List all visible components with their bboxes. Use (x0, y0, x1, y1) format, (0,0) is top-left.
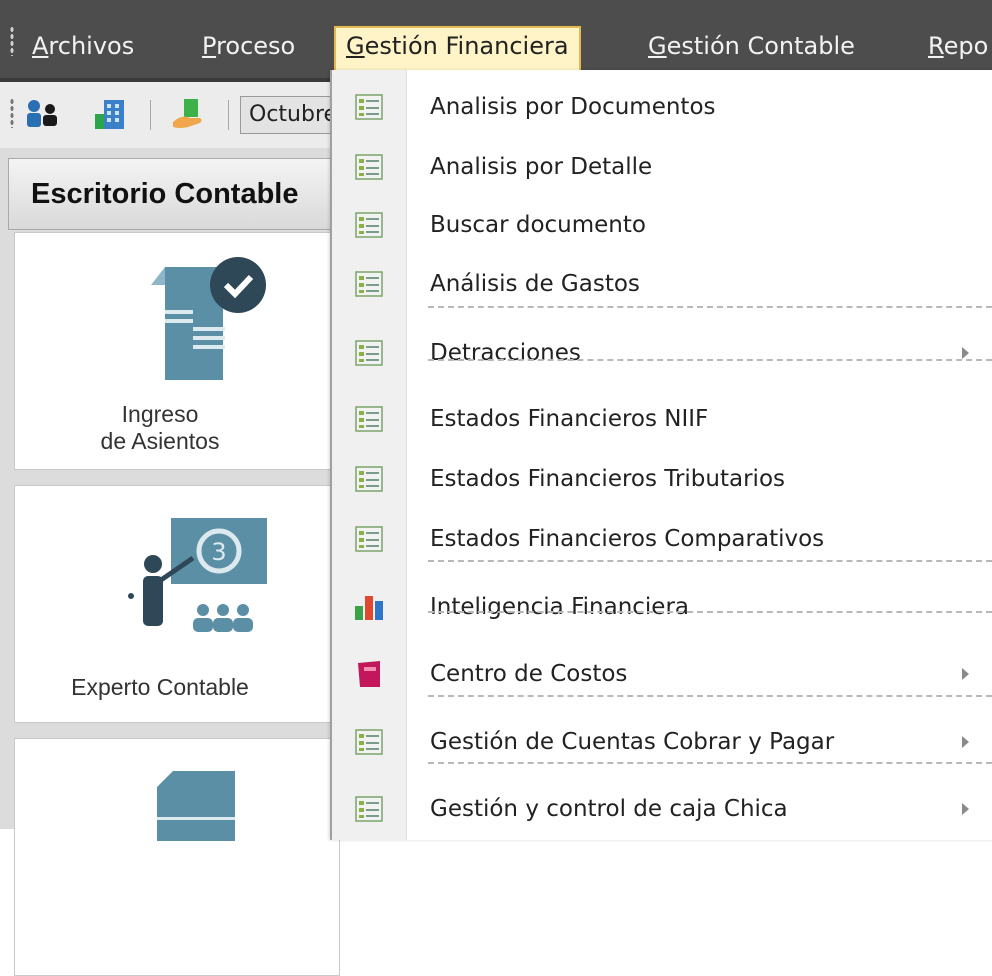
menu-separator (428, 560, 992, 562)
submenu-arrow-icon (962, 347, 969, 359)
menu-item-buscar-documento[interactable]: Buscar documento (332, 196, 992, 254)
toolbar-separator (150, 100, 151, 130)
list-icon (354, 92, 384, 122)
pcge-document-icon (157, 771, 235, 841)
menu-separator (428, 306, 992, 308)
menu-separator (428, 359, 992, 361)
list-icon (354, 794, 384, 824)
menu-item-label: Gestión y control de caja Chica (430, 796, 788, 822)
panel-title: Escritorio Contable (8, 158, 348, 230)
menu-item-estados-financieros-tributarios[interactable]: Estados Financieros Tributarios (332, 450, 992, 508)
menu-separator (428, 695, 992, 697)
menubar-grip[interactable] (10, 26, 14, 56)
svg-text:3: 3 (211, 538, 226, 566)
menu-proceso-label: roceso (216, 32, 296, 60)
menu-gestion-contable-mnemonic: G (648, 32, 667, 60)
menu-proceso-mnemonic: P (202, 32, 217, 60)
menu-item-analisis-por-documentos[interactable]: Analisis por Documentos (332, 78, 992, 136)
hand-document-icon[interactable] (170, 96, 206, 132)
menu-gestion-financiera-label: estión Financiera (364, 32, 569, 60)
menu-item-label: Análisis de Gastos (430, 271, 640, 297)
menu-gestion-contable[interactable]: Gestión Contable (648, 28, 855, 68)
menu-item-label: Detracciones (430, 340, 581, 366)
menu-gestion-contable-label: estión Contable (666, 32, 855, 60)
list-icon (354, 727, 384, 757)
menu-item-inteligencia-financiera[interactable]: Inteligencia Financiera (332, 578, 992, 636)
menu-separator (428, 762, 992, 764)
list-icon (354, 464, 384, 494)
menu-item-label: Analisis por Detalle (430, 154, 653, 180)
list-icon (354, 152, 384, 182)
toolbar-separator (228, 100, 229, 130)
list-icon (354, 210, 384, 240)
tile-label-line2: de Asientos (100, 428, 220, 454)
submenu-arrow-icon (962, 736, 969, 748)
tile-ingreso-asientos[interactable]: Ingreso de Asientos (14, 232, 340, 470)
users-icon[interactable] (24, 96, 60, 132)
menu-item-label: Estados Financieros NIIF (430, 406, 709, 432)
menu-item-estados-financieros-niif[interactable]: Estados Financieros NIIF (332, 390, 992, 448)
tile-label: Experto Contable (71, 674, 249, 700)
menu-reportes[interactable]: Repo (928, 28, 988, 68)
list-icon (354, 524, 384, 554)
menu-item-label: Buscar documento (430, 212, 646, 238)
menu-item-analisis-de-gastos[interactable]: Análisis de Gastos (332, 255, 992, 313)
menu-reportes-label: epo (943, 32, 989, 60)
tile-pcge[interactable] (14, 738, 340, 976)
list-icon (354, 338, 384, 368)
month-selector[interactable]: Octubre (240, 96, 340, 134)
tile-experto-contable[interactable]: 3 Experto Contable (14, 485, 340, 723)
list-icon (354, 404, 384, 434)
document-check-icon (151, 257, 266, 380)
menu-archivos-label: rchivos (48, 32, 135, 60)
menu-item-detracciones[interactable]: Detracciones (332, 324, 992, 382)
menu-separator (428, 611, 992, 613)
escritorio-panel: Escritorio Contable Ingreso de Asientos … (0, 148, 348, 976)
company-building-icon[interactable] (92, 96, 128, 132)
pink-book-icon (354, 659, 384, 689)
gestion-financiera-dropdown: Analisis por Documentos Analisis por Deta… (330, 70, 992, 840)
menu-item-analisis-por-detalle[interactable]: Analisis por Detalle (332, 138, 992, 196)
menu-item-label: Estados Financieros Tributarios (430, 466, 785, 492)
toolbar-grip[interactable] (10, 98, 14, 128)
teacher-board-icon: 3 (128, 518, 267, 632)
menu-gestion-financiera[interactable]: Gestión Financiera (334, 26, 581, 70)
tile-label-line1: Ingreso (121, 401, 199, 427)
menu-gestion-financiera-mnemonic: G (346, 32, 365, 60)
toolbar: Octubre (0, 82, 340, 149)
menu-reportes-mnemonic: R (928, 32, 944, 60)
menu-archivos[interactable]: Archivos (32, 28, 134, 68)
menu-proceso[interactable]: Proceso (202, 28, 295, 68)
submenu-arrow-icon (962, 668, 969, 680)
menu-archivos-mnemonic: A (32, 32, 49, 60)
list-icon (354, 269, 384, 299)
menu-item-gestion-y-control-de-caja-chica[interactable]: Gestión y control de caja Chica (332, 780, 992, 838)
menu-item-label: Inteligencia Financiera (430, 594, 690, 620)
menu-item-label: Analisis por Documentos (430, 94, 716, 120)
bar-chart-icon (354, 592, 384, 622)
submenu-arrow-icon (962, 803, 969, 815)
